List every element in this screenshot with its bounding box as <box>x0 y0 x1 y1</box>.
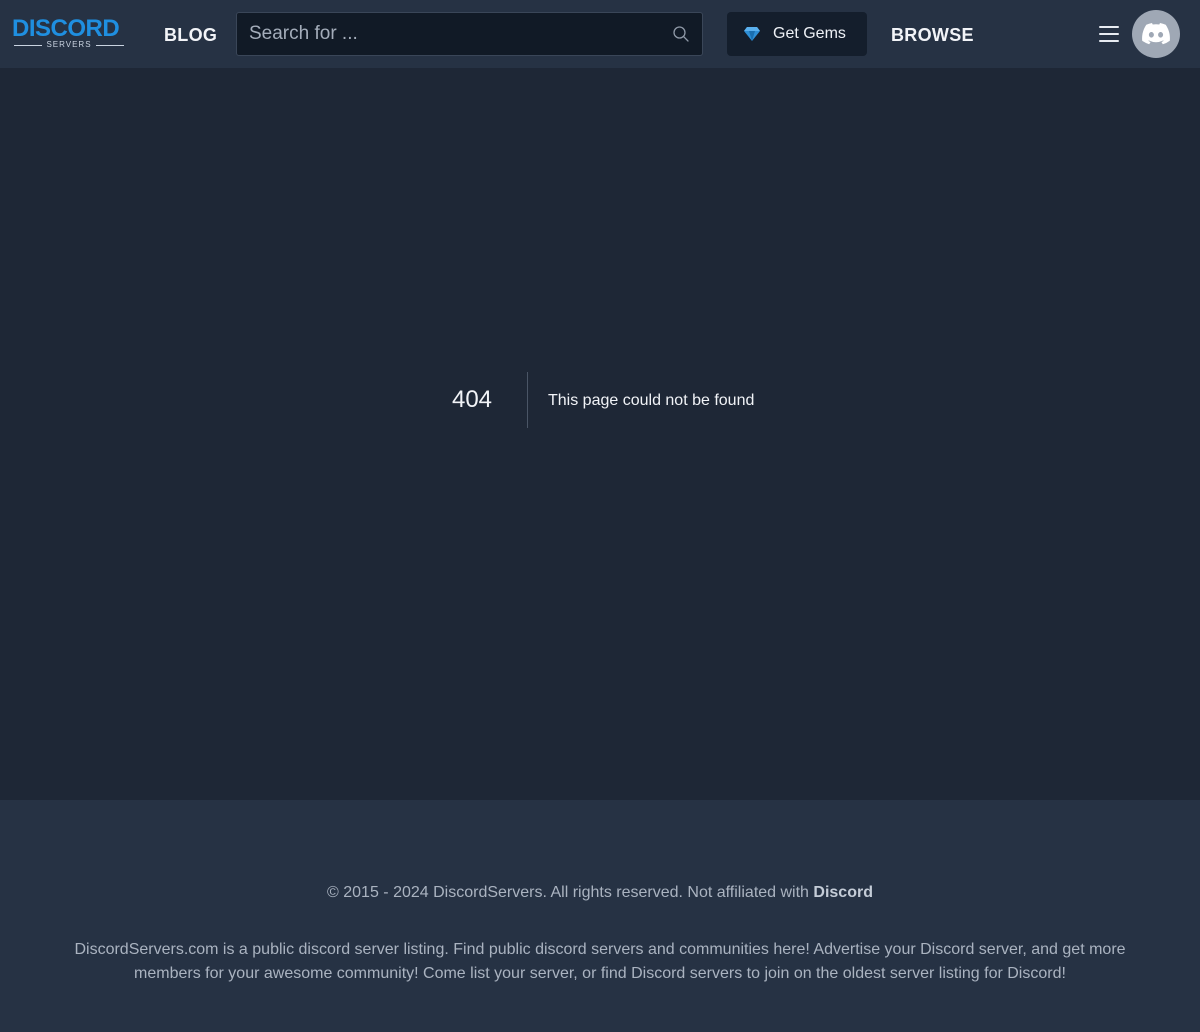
footer-about: DiscordServers.com is a public discord s… <box>74 941 1126 982</box>
get-gems-label: Get Gems <box>773 25 846 42</box>
top-navbar: DISCORD SERVERS BLOG Get Gems BROWSE <box>0 0 1200 68</box>
error-message: This page could not be found <box>548 392 755 409</box>
error-divider <box>527 372 528 428</box>
copyright-text: © 2015 - 2024 DiscordServers. All rights… <box>327 884 809 901</box>
discord-icon <box>1142 23 1170 45</box>
discord-login-avatar[interactable] <box>1132 10 1180 58</box>
get-gems-button[interactable]: Get Gems <box>727 12 867 56</box>
error-code: 404 <box>451 386 493 413</box>
site-logo[interactable]: DISCORD SERVERS <box>12 15 126 50</box>
hamburger-menu-icon[interactable] <box>1099 24 1121 44</box>
nav-link-blog[interactable]: BLOG <box>164 23 217 47</box>
copyright-brand: Discord <box>813 884 873 901</box>
search-input[interactable] <box>237 13 657 55</box>
search-box <box>236 12 703 56</box>
logo-subtext: SERVERS <box>12 40 126 50</box>
footer-copyright: © 2015 - 2024 DiscordServers. All rights… <box>0 882 1200 904</box>
search-icon[interactable] <box>672 25 690 43</box>
site-footer: © 2015 - 2024 DiscordServers. All rights… <box>0 800 1200 1032</box>
main-content: 404 This page could not be found <box>0 68 1200 800</box>
logo-text: DISCORD <box>12 15 120 42</box>
nav-link-browse[interactable]: BROWSE <box>891 23 974 47</box>
gem-icon <box>744 27 760 41</box>
